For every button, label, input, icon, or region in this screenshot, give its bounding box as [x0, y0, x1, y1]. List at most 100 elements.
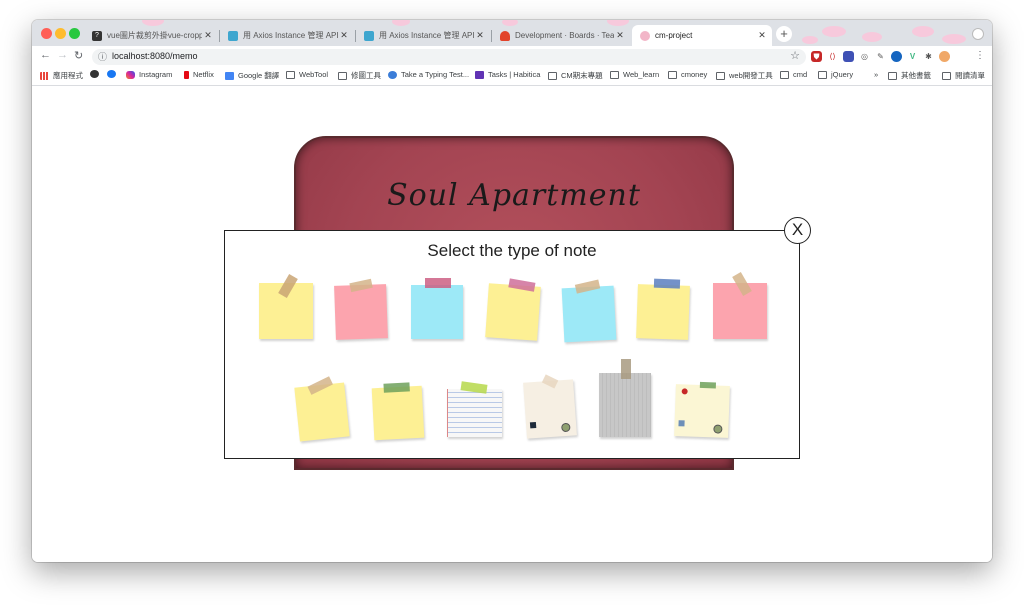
tape-strip — [653, 278, 681, 289]
note-cyan-1[interactable] — [411, 278, 463, 339]
adblock-extension-icon[interactable]: ⛊ — [811, 51, 822, 62]
bookmark-label: WebTool — [299, 70, 329, 79]
address-bar[interactable]: ⓘ localhost:8080/memo ☆ — [92, 49, 806, 65]
note-yellow-4[interactable] — [294, 376, 350, 442]
bookmark-habitica[interactable]: Tasks | Habitica — [475, 70, 540, 79]
json-extension-icon[interactable]: ⟨⟩ — [827, 51, 838, 62]
bookmark-folder[interactable]: cmd — [780, 70, 807, 79]
tab-close-icon[interactable]: ✕ — [614, 30, 626, 41]
more-menu-icon[interactable]: ⋮ — [975, 50, 985, 61]
bookmark-label: CM期末專題 — [561, 71, 603, 80]
bookmark-label: Take a Typing Test... — [401, 70, 470, 79]
tab-close-icon[interactable]: ✕ — [756, 30, 768, 41]
folder-icon — [548, 71, 557, 80]
book-title: Soul Apartment — [387, 178, 641, 213]
bookmark-apps[interactable]: 應用程式 — [40, 70, 83, 81]
extension-icon[interactable]: ◎ — [859, 51, 870, 62]
bookmark-typing-test[interactable]: Take a Typing Test... — [388, 70, 469, 79]
info-icon[interactable]: ⓘ — [98, 50, 107, 63]
bookmark-reading-list[interactable]: 閱讀清單 — [942, 70, 985, 81]
vue-devtools-icon[interactable]: V — [907, 51, 918, 62]
note-pink-1[interactable] — [334, 278, 388, 340]
bookmark-folder[interactable]: Web_learn — [610, 70, 659, 79]
bookmark-google-translate[interactable]: Google 翻譯 — [225, 70, 279, 81]
window-close-button[interactable] — [41, 28, 52, 39]
tab-favicon-icon — [640, 30, 650, 41]
reload-icon[interactable]: ↻ — [74, 49, 83, 62]
bookmarks-bar: 應用程式 Instagram Netflix Google 翻譯 WebTool… — [32, 67, 992, 86]
back-arrow-icon[interactable]: ← — [40, 49, 51, 61]
extension-icon[interactable] — [843, 51, 854, 62]
bookmark-other[interactable]: 其他書籤 — [888, 70, 931, 81]
tape-strip — [383, 382, 410, 393]
note-pinned-paper[interactable] — [674, 381, 730, 438]
habitica-icon — [475, 70, 484, 79]
eyedropper-icon[interactable]: ✎ — [875, 51, 886, 62]
browser-tab[interactable]: 用 Axios Instance 管理 API - IT ✕ — [356, 25, 490, 46]
cloud-decoration — [912, 26, 934, 37]
bookmarks-overflow-button[interactable]: » — [874, 70, 878, 79]
extension-icon[interactable] — [891, 51, 902, 62]
bookmark-star-icon[interactable]: ☆ — [790, 49, 800, 62]
browser-tab[interactable]: ? vue圖片裁剪外掛vue-cropper的 ✕ — [84, 25, 218, 46]
bookmark-folder[interactable]: WebTool — [286, 70, 328, 79]
new-tab-button[interactable]: + — [776, 26, 792, 42]
window-minimize-button[interactable] — [55, 28, 66, 39]
tab-close-icon[interactable]: ✕ — [474, 30, 486, 41]
tab-title: 用 Axios Instance 管理 API - IT — [379, 31, 474, 40]
note-lined-paper[interactable] — [447, 381, 502, 437]
puzzle-extensions-icon[interactable]: ✱ — [923, 51, 934, 62]
bookmark-folder[interactable]: 修圖工具 — [338, 70, 381, 81]
note-grey-paper[interactable] — [599, 359, 651, 437]
apps-grid-icon — [40, 71, 49, 80]
bookmark-label: 修圖工具 — [351, 71, 381, 80]
folder-icon — [780, 70, 789, 79]
bookmark-label: cmoney — [681, 70, 708, 79]
bookmark-netflix[interactable]: Netflix — [184, 70, 214, 79]
forward-arrow-icon[interactable]: → — [57, 49, 68, 61]
note-yellow-5[interactable] — [371, 382, 425, 441]
note-paper — [371, 385, 425, 441]
window-zoom-button[interactable] — [69, 28, 80, 39]
tab-favicon-icon — [228, 30, 238, 41]
bookmark-label: Netflix — [193, 70, 214, 79]
bookmark-folder[interactable]: CM期末專題 — [548, 70, 603, 81]
avatar[interactable] — [939, 51, 950, 62]
tab-title: cm-project — [655, 31, 693, 40]
note-paper — [334, 284, 388, 340]
instagram-icon — [126, 70, 135, 79]
address-url[interactable]: localhost:8080/memo — [112, 51, 198, 61]
cloud-decoration — [802, 36, 818, 44]
note-yellow-2[interactable] — [485, 278, 541, 341]
note-yellow-1[interactable] — [259, 273, 313, 339]
bookmark-folder[interactable]: cmoney — [668, 70, 707, 79]
bookmark-compass[interactable] — [90, 70, 103, 78]
folder-icon — [818, 70, 827, 79]
modal-title: Select the type of note — [427, 241, 597, 260]
tape-strip — [425, 278, 451, 288]
browser-tab[interactable]: 用 Axios Instance 管理 API - IT ✕ — [220, 25, 354, 46]
bookmark-label: Tasks | Habitica — [488, 70, 541, 79]
browser-toolbar: ← → ↻ ⓘ localhost:8080/memo ☆ ⛊ ⟨⟩ ◎ ✎ V… — [32, 46, 992, 67]
bookmark-label: 應用程式 — [53, 71, 83, 80]
sticker-icon — [529, 422, 537, 429]
modal-close-button[interactable]: X — [784, 217, 811, 244]
bookmark-folder[interactable]: web開發工具 — [716, 70, 773, 81]
browser-tab-active[interactable]: cm-project ✕ — [632, 25, 772, 46]
tab-favicon-icon — [364, 30, 374, 41]
tab-close-icon[interactable]: ✕ — [202, 30, 214, 41]
browser-window: ? vue圖片裁剪外掛vue-cropper的 ✕ 用 Axios Instan… — [32, 20, 992, 562]
bookmark-instagram[interactable]: Instagram — [126, 70, 172, 79]
note-pink-2[interactable] — [713, 271, 767, 339]
note-cream-paper[interactable] — [523, 374, 577, 439]
sticker-icon — [678, 420, 685, 427]
note-yellow-3[interactable] — [636, 278, 690, 340]
bookmark-facebook[interactable] — [107, 70, 120, 78]
profile-menu-icon[interactable] — [972, 28, 984, 40]
bookmark-folder[interactable]: jQuery — [818, 70, 853, 79]
tab-close-icon[interactable]: ✕ — [338, 30, 350, 41]
browser-tab[interactable]: Development · Boards · Team ✕ — [492, 25, 630, 46]
netflix-icon — [184, 70, 189, 79]
note-cyan-2[interactable] — [561, 279, 617, 343]
folder-icon — [716, 71, 725, 80]
